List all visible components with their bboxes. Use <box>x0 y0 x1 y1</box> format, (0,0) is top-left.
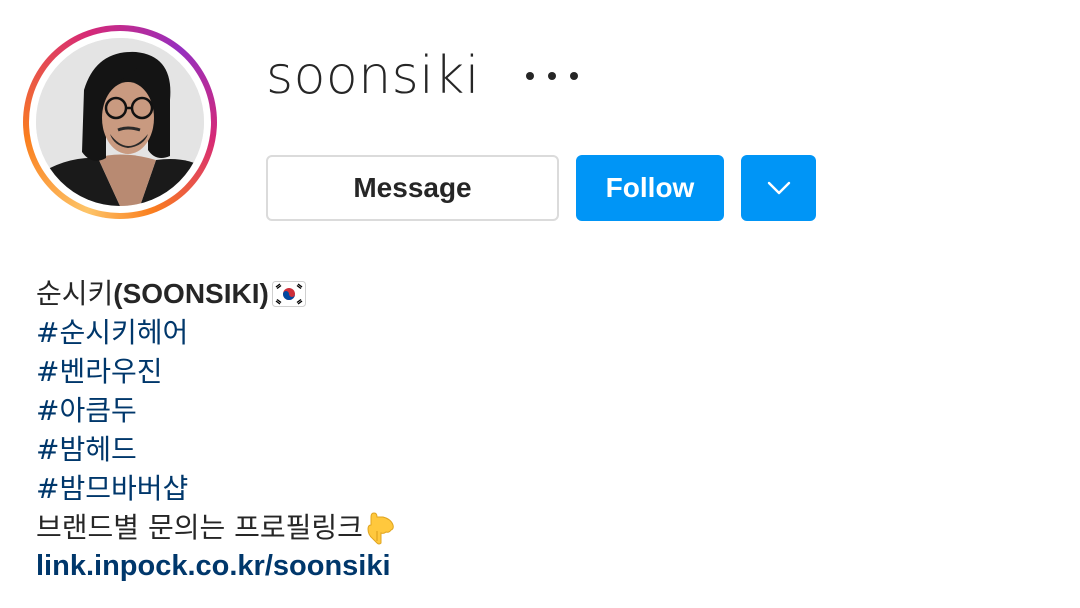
more-options-icon-dot <box>548 72 556 80</box>
profile-bio: 순시키 (SOONSIKI) #순시키헤어 #벤라우진 #아큼두 #밤헤드 #밤므… <box>36 274 1036 586</box>
bio-hashtag-line: #밤헤드 <box>36 430 1036 469</box>
bio-name-english: (SOONSIKI) <box>113 278 269 309</box>
profile-username: soonsiki <box>266 46 480 106</box>
bio-name-korean: 순시키 <box>36 277 114 310</box>
bio-external-link[interactable]: link.inpock.co.kr/soonsiki <box>36 547 391 586</box>
avatar-ring-gap <box>29 31 211 213</box>
bio-note-line: 브랜드별 문의는 프로필링크 <box>36 508 1036 547</box>
more-options-icon-dot <box>570 72 578 80</box>
suggested-accounts-dropdown-button[interactable] <box>741 155 816 221</box>
hashtag-link[interactable]: #벤라우진 <box>36 352 163 391</box>
south-korea-flag-icon <box>271 280 306 307</box>
hashtag-link[interactable]: #밤므바버샵 <box>36 469 188 508</box>
pointing-down-hand-icon <box>367 511 394 544</box>
bio-link-line: link.inpock.co.kr/soonsiki <box>36 547 1036 586</box>
bio-hashtag-line: #벤라우진 <box>36 352 1036 391</box>
bio-hashtag-line: #순시키헤어 <box>36 313 1036 352</box>
bio-hashtag-line: #밤므바버샵 <box>36 469 1036 508</box>
bio-note-text: 브랜드별 문의는 프로필링크 <box>36 511 363 544</box>
chevron-down-icon <box>767 181 790 195</box>
avatar-story-ring[interactable] <box>23 25 217 219</box>
follow-button[interactable]: Follow <box>576 155 724 221</box>
avatar[interactable] <box>36 38 204 206</box>
more-options-icon-dot <box>526 72 534 80</box>
avatar-photo-illustration <box>36 38 204 206</box>
bio-full-name: 순시키 (SOONSIKI) <box>36 274 1036 313</box>
hashtag-link[interactable]: #아큼두 <box>36 391 137 430</box>
message-button[interactable]: Message <box>266 155 559 221</box>
bio-hashtag-line: #아큼두 <box>36 391 1036 430</box>
hashtag-link[interactable]: #밤헤드 <box>36 430 137 469</box>
more-options-button[interactable] <box>524 56 580 96</box>
hashtag-link[interactable]: #순시키헤어 <box>36 313 188 352</box>
